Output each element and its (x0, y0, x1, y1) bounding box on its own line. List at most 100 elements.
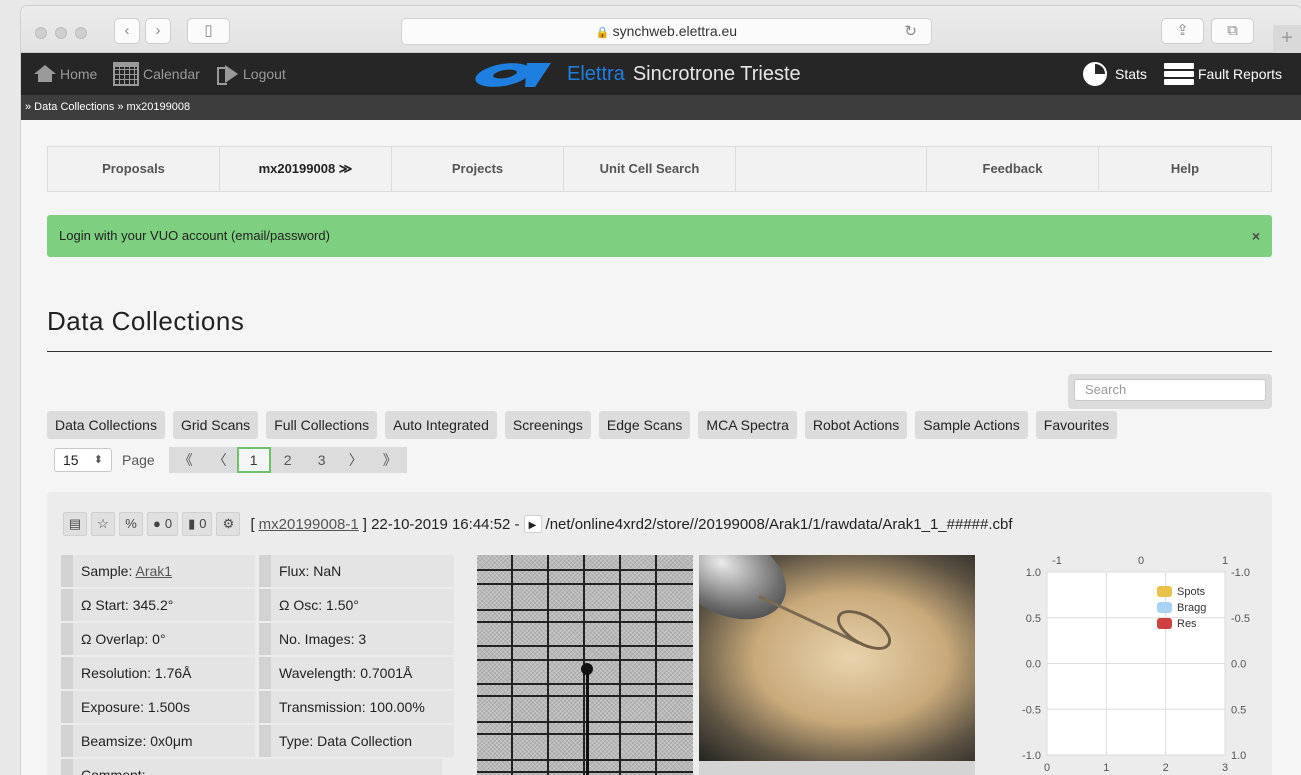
tab-edge-scans[interactable]: Edge Scans (598, 411, 691, 439)
y-right-tick-label: -1.0 (1231, 567, 1250, 579)
url-text: synchweb.elettra.eu (612, 23, 738, 39)
x-bottom-tick-label: 1 (1103, 762, 1109, 774)
prev-page-button[interactable]: 〈 (202, 447, 237, 473)
nav-stats-label: Stats (1115, 66, 1147, 82)
legend-swatch (1157, 586, 1172, 597)
chevron-right-icon: › (155, 22, 161, 39)
legend-label: Res (1177, 618, 1197, 630)
collection-path: /net/online4xrd2/store//20199008/Arak1/1… (545, 515, 1013, 533)
next-page-button[interactable]: 〉 (338, 447, 373, 473)
omega-start-field: Ω Start: 345.2° (73, 589, 255, 621)
x-bottom-tick-label: 3 (1222, 762, 1228, 774)
tab-robot-actions[interactable]: Robot Actions (804, 411, 908, 439)
y-right-tick-label: 0.0 (1231, 659, 1246, 671)
page-3-button[interactable]: 3 (304, 447, 339, 473)
brand[interactable]: Elettra Sincrotrone Trieste (473, 53, 801, 95)
search-input[interactable]: Search (1074, 379, 1266, 401)
collection-header: ▤ ☆ % ● 0 ▮ 0 ⚙ [mx20199008-1 ] 22-10-2019… (63, 510, 1013, 538)
plus-icon: + (1281, 27, 1293, 49)
sidebar-button[interactable]: ▯ (187, 18, 230, 44)
y-right-tick-label: 0.5 (1231, 704, 1246, 716)
share-button[interactable]: ⇪ (1161, 18, 1204, 44)
nav-calendar[interactable]: Calendar (113, 53, 200, 95)
breadcrumb[interactable]: » Data Collections » mx20199008 (21, 95, 1301, 120)
attachments-button[interactable]: ▮ 0 (182, 512, 213, 536)
data-collection-panel: ▤ ☆ % ● 0 ▮ 0 ⚙ [mx20199008-1 ] 22-10-2019… (47, 492, 1272, 775)
tab-full-collections[interactable]: Full Collections (266, 411, 378, 439)
y-left-tick-label: -1.0 (1022, 750, 1041, 762)
nav-logout[interactable]: Logout (217, 53, 286, 95)
y-right-tick-label: -0.5 (1231, 613, 1250, 625)
tab-grid-scans[interactable]: Grid Scans (172, 411, 259, 439)
beamsize-field: Beamsize: 0x0μm (73, 725, 255, 757)
book-icon[interactable]: ▤ (63, 512, 87, 536)
comment-field[interactable]: Comment: (73, 759, 442, 775)
main-menu: Proposals mx20199008 ≫ Projects Unit Cel… (47, 146, 1272, 192)
spots-plot[interactable]: 1.0 0.5 0.0 -0.5 -1.0 -1.0 -0.5 0.0 0.5 1.0 0 1 2 3 -1… (997, 550, 1267, 775)
top-navigation: Home Calendar Logout Elettra Sincrotrone… (21, 53, 1301, 95)
pie-chart-icon (1083, 62, 1107, 86)
server-icon (1164, 63, 1194, 85)
menu-unit-cell-search[interactable]: Unit Cell Search (564, 147, 736, 191)
menu-proposal-dropdown[interactable]: mx20199008 ≫ (220, 147, 392, 191)
crystal-snapshot[interactable] (699, 555, 975, 761)
gear-icon[interactable]: ⚙ (216, 512, 241, 536)
new-tab-button[interactable]: + (1273, 25, 1301, 53)
star-icon[interactable]: ☆ (91, 512, 115, 536)
tab-sample-actions[interactable]: Sample Actions (915, 411, 1028, 439)
close-window-button[interactable] (35, 27, 47, 39)
back-button[interactable]: ‹ (114, 18, 140, 44)
x-bottom-tick-label: 0 (1044, 762, 1050, 774)
page-1-button[interactable]: 1 (236, 447, 271, 473)
minimize-window-button[interactable] (55, 27, 67, 39)
tab-mca-spectra[interactable]: MCA Spectra (698, 411, 797, 439)
collection-link[interactable]: mx20199008-1 (259, 516, 359, 533)
first-page-button[interactable]: 《 (168, 447, 203, 473)
legend-swatch (1157, 618, 1172, 629)
comment-icon: ● (153, 516, 161, 531)
per-page-select[interactable]: 15 (54, 448, 112, 472)
comments-count: 0 (164, 516, 173, 531)
menu-projects[interactable]: Projects (392, 147, 564, 191)
nav-stats[interactable]: Stats (1083, 53, 1147, 95)
play-icon[interactable]: ▶ (523, 515, 542, 533)
tab-auto-integrated[interactable]: Auto Integrated (385, 411, 497, 439)
reload-icon[interactable]: ↻ (904, 19, 917, 44)
page-2-button[interactable]: 2 (270, 447, 305, 473)
nav-fault-reports[interactable]: Fault Reports (1164, 53, 1282, 95)
last-page-button[interactable]: 》 (372, 447, 407, 473)
comments-button[interactable]: ● 0 (147, 512, 179, 536)
home-icon (34, 65, 56, 83)
tab-screenings[interactable]: Screenings (504, 411, 591, 439)
omega-osc-field: Ω Osc: 1.50° (271, 589, 454, 621)
calendar-icon (113, 62, 139, 86)
x-top-tick-label: -1 (1052, 555, 1062, 567)
brand-subtitle: Sincrotrone Trieste (632, 62, 801, 85)
zoom-window-button[interactable] (75, 27, 87, 39)
forward-button[interactable]: › (145, 18, 171, 44)
collection-type-tabs: Data Collections Grid Scans Full Collectio… (47, 411, 1118, 439)
tab-data-collections[interactable]: Data Collections (47, 411, 165, 439)
link-icon[interactable]: % (119, 512, 143, 536)
menu-help[interactable]: Help (1099, 147, 1271, 191)
nav-home[interactable]: Home (34, 53, 97, 95)
lock-icon: 🔒 (595, 27, 610, 39)
menu-proposals[interactable]: Proposals (48, 147, 220, 191)
y-right-tick-label: 1.0 (1231, 750, 1246, 762)
menu-feedback[interactable]: Feedback (927, 147, 1099, 191)
type-field: Type: Data Collection (271, 725, 454, 757)
tab-favourites[interactable]: Favourites (1035, 411, 1118, 439)
diffraction-image[interactable] (477, 555, 693, 775)
sidebar-icon: ▯ (204, 22, 213, 39)
nav-fault-reports-label: Fault Reports (1198, 66, 1283, 82)
collection-datetime: ] 22-10-2019 16:44:52 - (362, 515, 520, 533)
sample-link[interactable]: Arak1 (135, 563, 172, 579)
logout-icon (217, 65, 239, 85)
collection-params: Sample: Arak1 Flux: NaN Ω Start: 345.2° … (61, 555, 466, 775)
tabs-button[interactable]: ⧉ (1211, 18, 1254, 44)
address-bar[interactable]: 🔒 synchweb.elettra.eu ↻ (401, 18, 932, 45)
bracket-open: [ (250, 515, 255, 533)
close-icon[interactable]: × (1252, 215, 1260, 257)
y-left-tick-label: 0.5 (1026, 613, 1041, 625)
resolution-field: Resolution: 1.76Å (73, 657, 255, 689)
